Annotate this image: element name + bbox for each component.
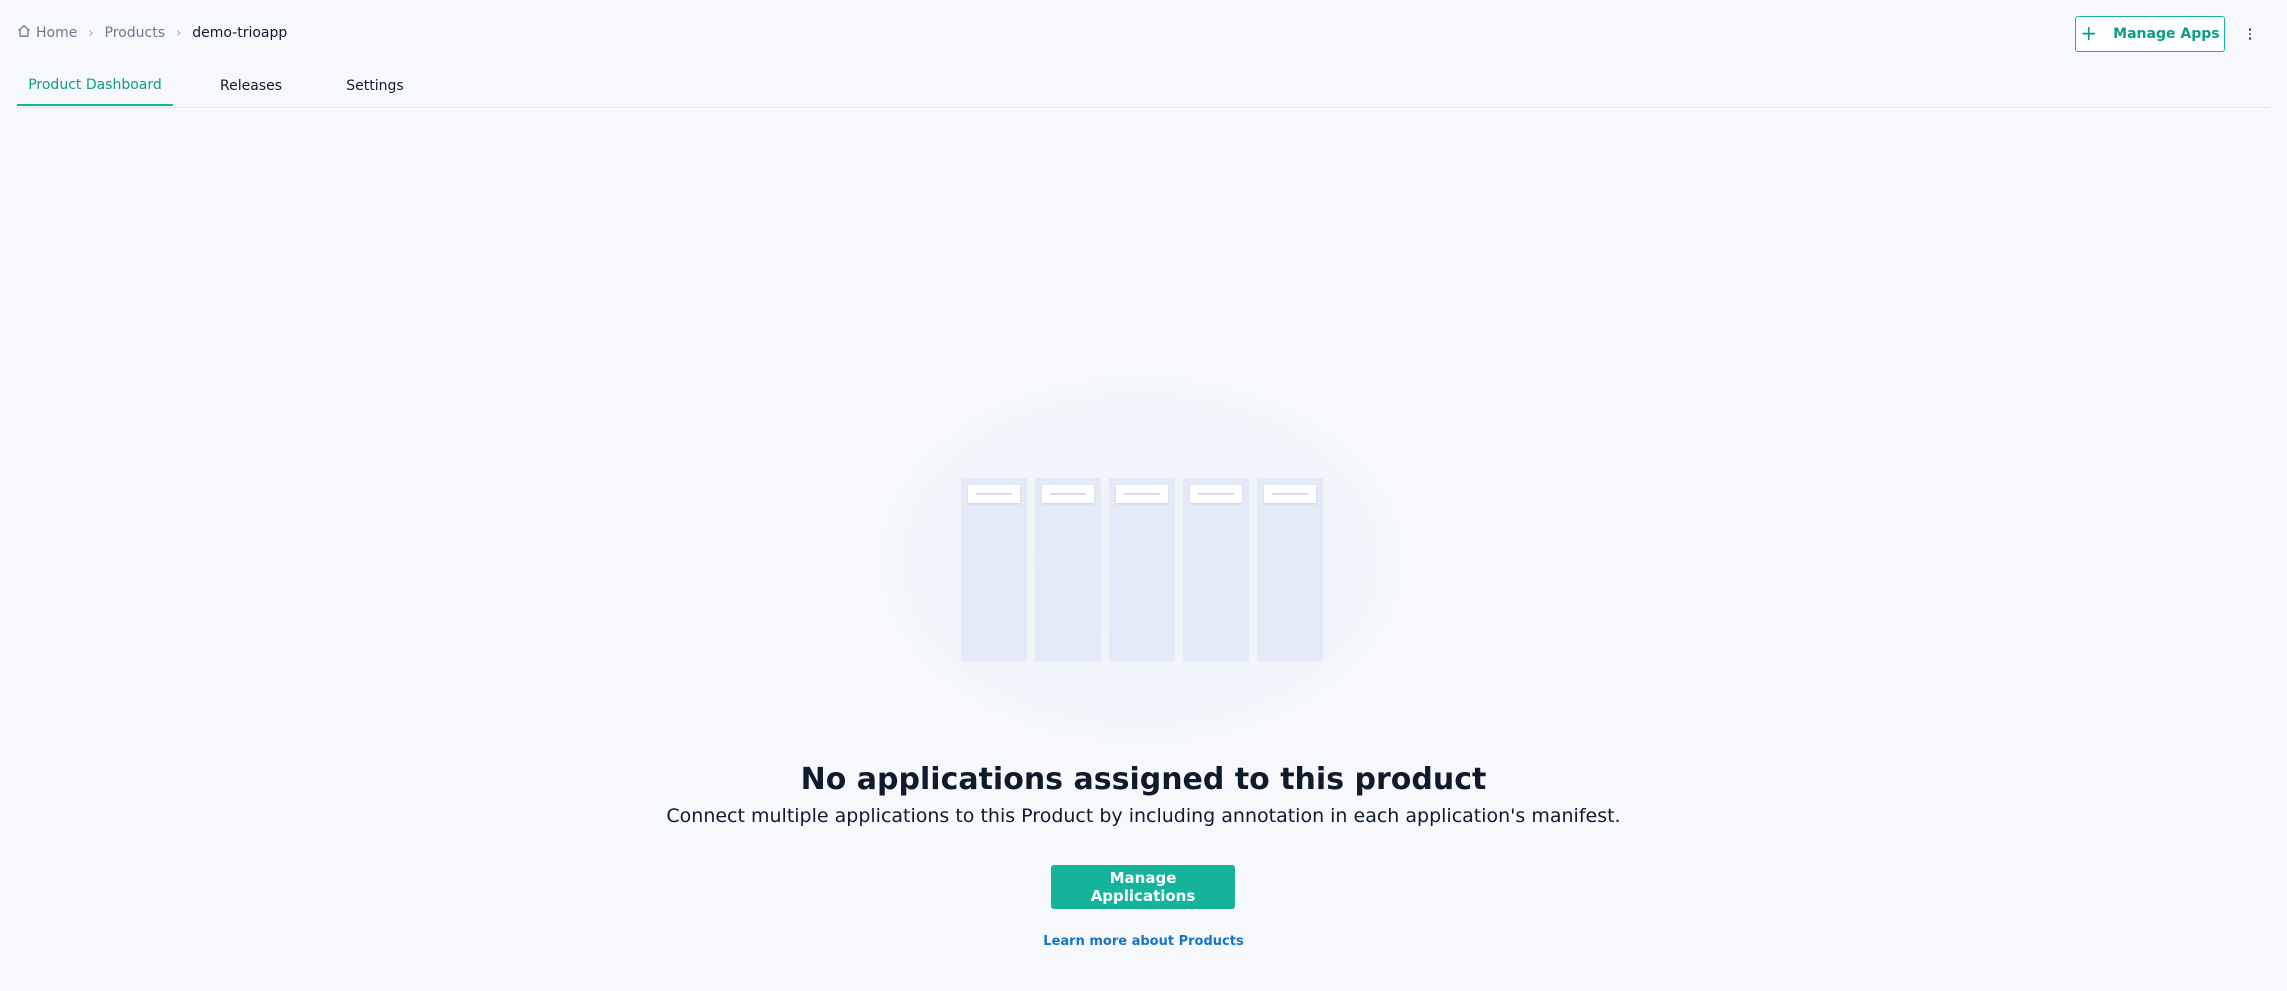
illustration-column xyxy=(1109,478,1175,661)
illustration-card xyxy=(1116,485,1168,503)
empty-state-subtitle: Connect multiple applications to this Pr… xyxy=(666,805,1621,827)
manage-applications-button[interactable]: Manage Applications xyxy=(1051,865,1235,909)
illustration-column xyxy=(961,478,1027,661)
breadcrumb-current: demo-trioapp xyxy=(192,25,288,41)
tab-product-dashboard[interactable]: Product Dashboard xyxy=(17,66,173,106)
manage-apps-label: Manage Apps xyxy=(2113,26,2220,42)
illustration-column xyxy=(1257,478,1323,661)
breadcrumb-separator: › xyxy=(88,25,94,41)
tab-bar: Product Dashboard Releases Settings xyxy=(17,66,2270,108)
home-icon xyxy=(17,24,31,42)
illustration-card xyxy=(1264,485,1316,503)
learn-more-link[interactable]: Learn more about Products xyxy=(0,934,2287,949)
illustration-card xyxy=(968,485,1020,503)
breadcrumb-home[interactable]: Home xyxy=(17,24,77,42)
illustration-columns xyxy=(961,478,1323,661)
plus-icon: + xyxy=(2080,21,2098,45)
breadcrumb-products[interactable]: Products xyxy=(105,25,165,41)
kebab-menu-icon[interactable] xyxy=(2244,24,2256,44)
empty-state-title: No applications assigned to this product xyxy=(800,762,1487,797)
breadcrumb-separator: › xyxy=(176,25,182,41)
illustration-card xyxy=(1190,485,1242,503)
empty-state-illustration xyxy=(876,375,1406,745)
illustration-card xyxy=(1042,485,1094,503)
manage-apps-button[interactable]: + Manage Apps xyxy=(2075,16,2225,52)
breadcrumb-home-label: Home xyxy=(36,25,78,41)
tab-releases[interactable]: Releases xyxy=(173,66,329,106)
illustration-column xyxy=(1183,478,1249,661)
breadcrumb: Home › Products › demo-trioapp xyxy=(17,24,287,42)
illustration-column xyxy=(1035,478,1101,661)
tab-settings[interactable]: Settings xyxy=(329,66,421,106)
